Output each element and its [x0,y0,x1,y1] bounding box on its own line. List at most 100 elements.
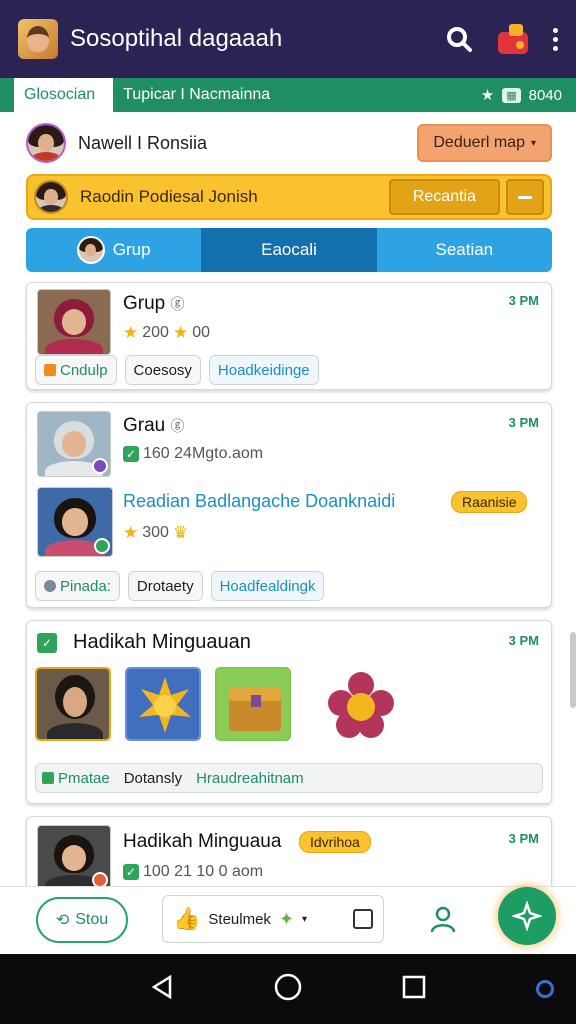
media-tile[interactable] [35,667,111,741]
promo-avatar [34,180,68,214]
thumbs-up-icon: 👍 [173,906,201,931]
gift-icon[interactable] [493,19,533,59]
chip[interactable]: Coesosy [124,355,201,385]
map-button[interactable]: Deduerl map ▾ [417,124,552,162]
chip[interactable]: Pmatae [42,770,110,787]
bottom-nav: ⟲ Stou 👍 Steulmek ✦ ▾ [0,886,576,954]
main-content: Nawell I Ronsiia Deduerl map ▾ Raodin Po… [0,112,576,888]
chip[interactable]: Dotansly [124,770,182,787]
promo-title: Raodin Podiesal Jonish [80,187,258,206]
flower-icon[interactable] [321,665,401,750]
promo-action-button[interactable]: Recantia [388,179,500,215]
profile-name: Nawell I Ronsiia [78,132,208,153]
card-chips: Cndulp Coesosy Hoadkeidinge [35,355,319,385]
status-badge [94,538,110,554]
chip[interactable]: Hoadfealdingk [210,571,325,601]
treasure-icon[interactable] [215,667,291,741]
segment-seatian[interactable]: Seatian [377,228,552,272]
card-chips: Pmatae Dotansly Hraudreahitnam [35,763,543,793]
card-time: 3 PM [508,633,539,648]
chat-card[interactable]: ✓ Hadikah Minguauan 3 PM Pmatae Dotansly… [26,620,552,804]
sub-thumbnail [37,487,113,557]
check-icon: ✓ [123,446,139,462]
store-button[interactable]: ⟲ Stou [36,897,128,943]
tag-icon [44,364,56,376]
map-button-label: Deduerl map [433,134,525,151]
profile-row: Nawell I Ronsiia Deduerl map ▾ [26,122,552,164]
promo-banner: Raodin Podiesal Jonish Recantia [26,174,552,220]
segment-control: Grup Eaocali Seatian [26,228,552,272]
chip[interactable]: Cndulp [35,355,117,385]
wand-icon: ✦ [278,908,295,929]
sparkle-icon [512,901,542,931]
card-title: Hadikah Minguaua [123,831,282,852]
segment-eaocali[interactable]: Eaocali [201,228,377,272]
segment-avatar [76,236,105,264]
card-time: 3 PM [508,831,539,846]
tab-secondary[interactable]: Tupicar I Nacmainna [113,78,280,112]
collapse-button[interactable] [506,179,544,215]
sticker-label: Steulmek [208,910,271,928]
avatar[interactable] [26,123,66,163]
store-icon: ⟲ [55,912,70,929]
compose-fab[interactable] [498,887,556,945]
counter-label: 8040 [528,86,562,104]
home-icon[interactable] [273,972,303,1007]
search-icon[interactable] [439,19,479,59]
card-chips: Pinada: Drotaety Hoadfealdingk [35,571,325,601]
tab-tools: ★ ▦ 8040 [481,86,562,105]
chip[interactable]: Drotaety [127,571,203,601]
highlight-badge[interactable]: Idvrihoa [299,831,371,853]
tab-primary[interactable]: Glosocian [14,78,114,112]
card-stat: ★ 200 ★ 00 [123,323,210,342]
star-icon: ★ [123,523,139,542]
check-icon: ✓ [123,864,139,880]
chat-card[interactable]: Hadikah Minguaua Idvrihoa 3 PM ✓ 100 21 … [26,816,552,888]
card-time: 3 PM [508,293,539,308]
chip[interactable]: Hoadkeidinge [208,355,319,385]
sub-title: Readian Badlangache Doanknaidi [123,491,396,511]
app-title: Sosoptihal dagaaah [70,25,283,52]
tag-icon [42,772,54,784]
star-icon[interactable]: ★ [481,86,494,104]
system-nav [0,954,576,1024]
scrollbar[interactable] [570,632,576,708]
tag-icon [44,580,56,592]
image-icon[interactable]: ▦ [502,87,521,103]
check-icon: ✓ [37,633,57,653]
segment-grup-label: Grup [112,240,151,259]
app-header: Sosoptihal dagaaah [0,0,576,78]
card-stat: ✓ 160 24Mgto.aom [123,445,263,463]
highlight-badge[interactable]: Raanisie [451,491,528,513]
card-stat: ✓ 100 21 10 0 aom [123,863,263,881]
chip[interactable]: Pinada: [35,571,120,601]
chevron-down-icon: ▾ [530,137,536,149]
card-title: Grau ⓖ [123,415,185,436]
card-thumbnail [37,411,111,477]
status-badge [92,458,108,474]
sun-icon[interactable] [125,667,201,741]
segment-eaocali-label: Eaocali [261,240,317,259]
recents-icon[interactable] [400,973,428,1006]
segment-grup[interactable]: Grup [26,228,201,272]
back-icon[interactable] [148,973,176,1006]
star-icon: ★ [172,323,189,342]
card-title: Grup ⓖ [123,293,185,314]
store-label: Stou [75,911,109,928]
card-title: Hadikah Minguauan [73,631,251,653]
chip[interactable]: Hraudreahitnam [196,770,304,787]
card-thumbnail [37,825,111,888]
app-logo[interactable] [18,19,58,59]
profile-icon[interactable] [430,905,456,938]
chat-card[interactable]: Grup ⓖ 3 PM ★ 200 ★ 00 Cndulp Coesosy Ho… [26,282,552,390]
chevron-down-icon: ▾ [302,913,308,925]
chat-card[interactable]: Grau ⓖ 3 PM ✓ 160 24Mgto.aom Readian Bad… [26,402,552,608]
more-icon[interactable] [553,27,558,51]
trophy-icon: ♛ [172,523,189,542]
square-icon[interactable] [353,909,373,929]
assistant-icon[interactable] [536,980,554,998]
card-thumbnail [37,289,111,355]
star-icon: ★ [123,323,139,342]
segment-seatian-label: Seatian [435,240,494,259]
sticker-picker[interactable]: 👍 Steulmek ✦ ▾ [162,895,384,943]
